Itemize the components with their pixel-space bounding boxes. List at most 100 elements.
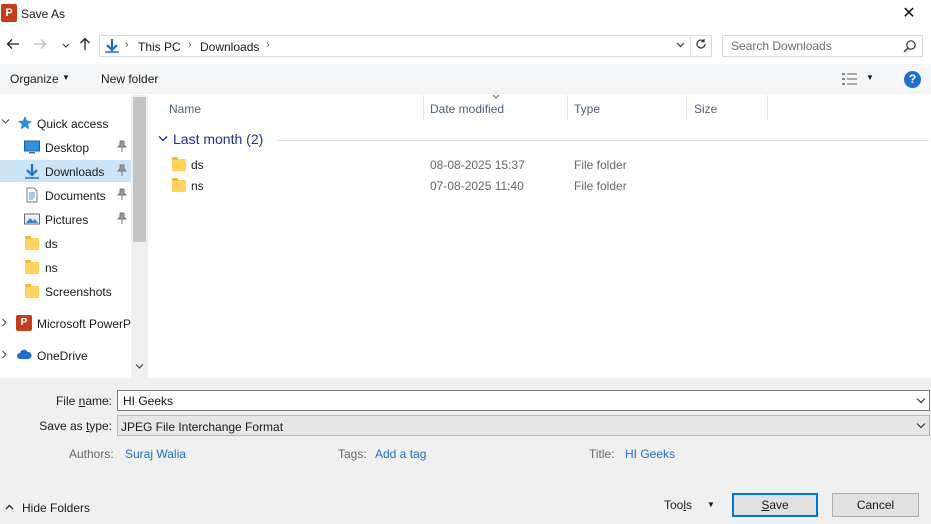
chevron-right-icon[interactable]: › xyxy=(188,39,192,51)
chevron-up-icon[interactable] xyxy=(5,504,14,510)
tags-label: Tags: xyxy=(338,447,367,461)
organize-button[interactable]: Organize xyxy=(10,72,59,86)
scroll-down-button[interactable] xyxy=(131,362,148,376)
nav-item-ns[interactable]: ns xyxy=(0,256,131,278)
authors-value[interactable]: Suraj Walia xyxy=(125,447,186,461)
nav-quick-access[interactable]: Quick access xyxy=(0,112,131,134)
command-toolbar: Organize ▼ New folder ▼ ? xyxy=(0,64,931,94)
group-header-last-month[interactable]: Last month (2) xyxy=(156,130,929,150)
file-list: Name Date modified Type Size Last month … xyxy=(148,94,931,378)
pin-icon[interactable] xyxy=(117,188,127,200)
nav-item-ds[interactable]: ds xyxy=(0,232,131,254)
chevron-down-icon[interactable] xyxy=(1,118,10,125)
tags-value[interactable]: Add a tag xyxy=(375,447,426,461)
nav-label: OneDrive xyxy=(37,349,88,363)
folder-icon xyxy=(172,157,186,171)
chevron-right-icon[interactable]: › xyxy=(125,39,129,51)
downloads-icon xyxy=(105,39,119,53)
column-header-name[interactable]: Name xyxy=(148,95,424,120)
save-button[interactable]: Save xyxy=(732,493,818,517)
chevron-down-icon[interactable] xyxy=(916,422,926,429)
chevron-down-icon xyxy=(62,43,70,48)
column-header-type[interactable]: Type xyxy=(568,95,686,120)
authors-label: Authors: xyxy=(69,447,114,461)
search-input[interactable] xyxy=(723,36,901,56)
arrow-left-icon xyxy=(6,39,19,49)
caret-down-icon[interactable]: ▼ xyxy=(62,73,70,82)
column-label: Name xyxy=(169,102,202,116)
up-button[interactable] xyxy=(75,36,95,56)
caret-down-icon[interactable]: ▼ xyxy=(866,73,874,82)
breadcrumb-this-pc[interactable]: This PC xyxy=(138,40,181,54)
search-box[interactable] xyxy=(722,35,923,57)
folder-icon xyxy=(25,260,39,274)
file-row[interactable]: ns 07-08-2025 11:40 File folder xyxy=(166,175,906,196)
nav-item-screenshots[interactable]: Screenshots xyxy=(0,280,131,302)
caret-down-icon[interactable]: ▼ xyxy=(707,500,715,509)
column-label: Type xyxy=(574,102,601,116)
pin-icon[interactable] xyxy=(117,140,127,152)
nav-item-microsoft-powerpoint[interactable]: P Microsoft PowerP xyxy=(0,312,131,334)
help-button[interactable]: ? xyxy=(904,71,921,88)
file-name-combobox[interactable] xyxy=(117,390,930,411)
window-title: Save As xyxy=(21,7,66,21)
nav-item-pictures[interactable]: Pictures xyxy=(0,208,131,230)
address-bar[interactable]: › This PC › Downloads › xyxy=(99,35,712,57)
folder-icon xyxy=(25,236,39,250)
pin-icon[interactable] xyxy=(117,164,127,176)
details-view-icon[interactable] xyxy=(841,71,859,87)
recent-locations-button[interactable] xyxy=(56,36,76,56)
file-date: 08-08-2025 15:37 xyxy=(430,158,525,172)
navigation-pane: Quick access Desktop Downloads Documents… xyxy=(0,95,148,378)
address-history-button[interactable] xyxy=(671,36,691,56)
new-folder-button[interactable]: New folder xyxy=(101,72,158,86)
column-header-size[interactable]: Size xyxy=(687,95,767,120)
folder-icon xyxy=(172,178,186,192)
nav-item-documents[interactable]: Documents xyxy=(0,184,131,206)
search-icon[interactable] xyxy=(903,39,917,53)
pin-icon[interactable] xyxy=(117,212,127,224)
scrollbar-thumb[interactable] xyxy=(133,97,146,242)
nav-item-downloads[interactable]: Downloads xyxy=(0,160,131,182)
breadcrumb-downloads[interactable]: Downloads xyxy=(200,40,259,54)
desktop-icon xyxy=(24,140,40,154)
file-name: ds xyxy=(191,158,204,172)
file-row[interactable]: ds 08-08-2025 15:37 File folder xyxy=(166,154,906,175)
back-button[interactable] xyxy=(3,36,23,56)
cancel-button[interactable]: Cancel xyxy=(832,493,919,517)
refresh-icon xyxy=(696,39,706,49)
star-icon xyxy=(18,116,32,130)
hide-folders-button[interactable]: Hide Folders xyxy=(22,501,90,515)
close-button[interactable]: ✕ xyxy=(887,0,931,28)
powerpoint-icon: P xyxy=(16,315,32,331)
save-as-type-label: Save as type: xyxy=(39,419,112,433)
group-divider xyxy=(276,140,929,141)
refresh-button[interactable] xyxy=(692,36,710,56)
title-value[interactable]: HI Geeks xyxy=(625,447,675,461)
nav-label: Microsoft PowerP xyxy=(37,317,132,331)
chevron-right-icon[interactable]: › xyxy=(266,39,270,51)
navigation-row: › This PC › Downloads › xyxy=(0,32,931,60)
arrow-right-icon xyxy=(34,39,47,49)
save-as-type-select[interactable]: JPEG File Interchange Format xyxy=(117,415,930,436)
chevron-right-icon[interactable] xyxy=(1,318,8,327)
nav-scrollbar[interactable] xyxy=(131,95,148,378)
column-divider[interactable] xyxy=(767,95,768,120)
file-date: 07-08-2025 11:40 xyxy=(430,179,524,193)
nav-label: Screenshots xyxy=(45,285,112,299)
nav-label: Quick access xyxy=(37,117,109,131)
file-name-input[interactable] xyxy=(118,391,908,410)
nav-label: Pictures xyxy=(45,213,89,227)
arrow-up-icon xyxy=(80,37,90,50)
chevron-right-icon[interactable] xyxy=(1,350,8,359)
chevron-down-icon[interactable] xyxy=(916,397,926,404)
column-header-date-modified[interactable]: Date modified xyxy=(424,95,567,120)
save-as-type-value: JPEG File Interchange Format xyxy=(121,420,284,434)
powerpoint-app-icon: P xyxy=(1,4,20,22)
nav-item-onedrive[interactable]: OneDrive xyxy=(0,344,131,366)
title-label: Title: xyxy=(589,447,615,461)
nav-item-desktop[interactable]: Desktop xyxy=(0,136,131,158)
tools-menu-button[interactable]: Tools xyxy=(664,498,692,512)
forward-button[interactable] xyxy=(30,36,50,56)
chevron-down-icon xyxy=(158,136,168,142)
